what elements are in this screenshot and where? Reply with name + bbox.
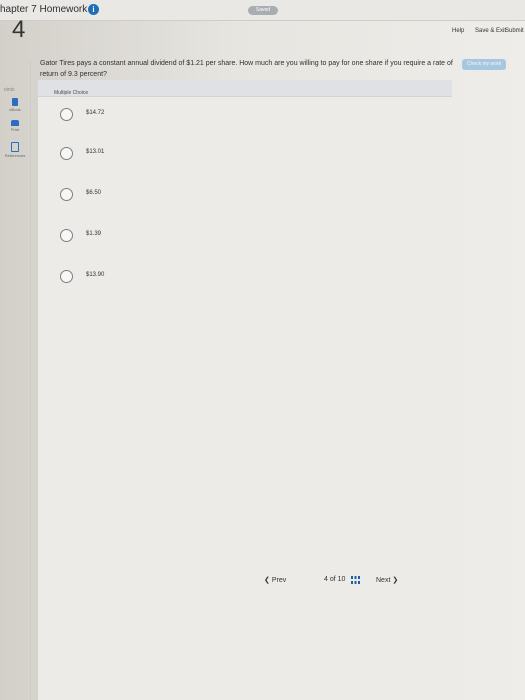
answer-option[interactable]: $1.39 [38, 223, 452, 253]
screen: hapter 7 Homework i Saved Help Save & Ex… [0, 0, 525, 700]
ebook-icon [12, 98, 18, 106]
prev-button[interactable]: ❮ Prev [264, 576, 286, 584]
sidebar-item-label: References [4, 153, 26, 158]
sidebar-item-label: eBook [9, 107, 21, 112]
assignment-title: hapter 7 Homework [0, 4, 88, 15]
answer-option[interactable]: $6.50 [38, 182, 452, 212]
answer-option-label: $1.39 [86, 231, 102, 237]
radio-button[interactable] [60, 188, 73, 201]
save-exit-button[interactable]: Save & Exit [475, 28, 506, 34]
radio-button[interactable] [60, 229, 73, 242]
answer-option[interactable]: $14.72 [38, 102, 452, 132]
answer-option[interactable]: $13.01 [38, 141, 452, 171]
points-label: oints [4, 87, 15, 93]
sidebar-item-references[interactable]: References [0, 142, 30, 158]
chevron-left-icon: ❮ [264, 577, 270, 584]
references-icon [11, 142, 19, 152]
answer-option-label: $13.90 [86, 272, 105, 278]
answer-option-label: $6.50 [86, 190, 102, 196]
page-current: 4 [324, 576, 328, 583]
question-number: 4 [12, 16, 26, 43]
answer-panel: Multiple Choice $14.72 $13.01 $6.50 $1.3… [38, 80, 452, 700]
sidebar-item-label: Print [10, 127, 20, 132]
sidebar-item-ebook[interactable]: eBook [0, 98, 30, 112]
sidebar-item-print[interactable]: Print [0, 120, 30, 132]
question-type-header: Multiple Choice [38, 80, 452, 97]
top-bar: hapter 7 Homework i Saved [0, 0, 525, 21]
radio-button[interactable] [60, 108, 73, 121]
saved-status-badge: Saved [248, 6, 278, 15]
answer-option[interactable]: $13.90 [38, 264, 452, 294]
help-link[interactable]: Help [452, 28, 464, 34]
page-counter: 4 of 10 [324, 576, 345, 583]
question-text: Gator Tires pays a constant annual divid… [40, 60, 453, 78]
page-total: 10 [337, 576, 346, 583]
sidebar-divider [30, 60, 31, 700]
question-type-label: Multiple Choice [54, 90, 89, 96]
print-icon [11, 120, 19, 126]
answer-option-label: $14.72 [86, 110, 105, 116]
next-button[interactable]: Next ❯ [376, 576, 398, 584]
submit-button[interactable]: Submit [505, 28, 524, 34]
page-separator: of [329, 576, 336, 583]
radio-button[interactable] [60, 270, 73, 283]
chevron-right-icon: ❯ [392, 577, 399, 584]
info-icon[interactable]: i [88, 4, 99, 15]
answer-option-label: $13.01 [86, 149, 105, 155]
check-my-work-button[interactable]: Check my work [462, 59, 506, 70]
prev-label: Prev [271, 577, 287, 584]
radio-button[interactable] [60, 147, 73, 160]
next-label: Next [376, 577, 391, 584]
question-grid-icon[interactable] [351, 576, 360, 584]
